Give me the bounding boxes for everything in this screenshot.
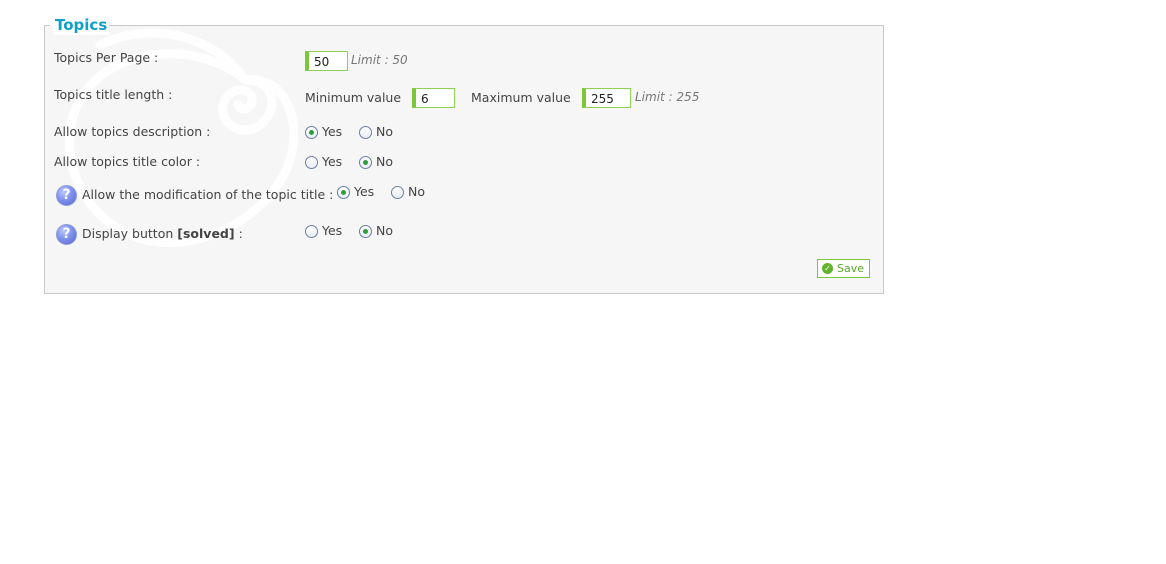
allow-description-label: Allow topics description : [54, 124, 211, 139]
topics-per-page-label: Topics Per Page : [54, 50, 159, 65]
display-solved-button-label: Display button [solved] : [82, 226, 243, 241]
allow-title-color-label: Allow topics title color : [54, 154, 201, 169]
allow-modify-title-label: Allow the modification of the topic titl… [82, 187, 334, 202]
title-length-label: Topics title length : [54, 87, 173, 102]
solved-label-suffix: : [238, 226, 243, 241]
title-length-limit: Limit : 255 [635, 90, 700, 104]
topics-per-page-limit: Limit : 50 [351, 53, 408, 67]
max-value-label: Maximum value [471, 90, 571, 105]
save-button[interactable]: ✓ Save [817, 259, 870, 278]
check-icon: ✓ [822, 263, 833, 274]
topics-per-page-input[interactable]: 50 [305, 51, 348, 71]
radio-unselected-icon [359, 126, 372, 139]
radio-unselected-icon [391, 186, 404, 199]
radio-selected-icon [305, 126, 318, 139]
max-value-input[interactable]: 255 [582, 88, 631, 108]
radio-selected-icon [337, 186, 350, 199]
fieldset-legend: Topics [53, 15, 110, 35]
solved-label-bold: [solved] [177, 226, 235, 241]
min-value-label: Minimum value [305, 90, 402, 105]
solved-label-prefix: Display button [82, 226, 174, 241]
radio-selected-icon [359, 225, 372, 238]
radio-selected-icon [359, 156, 372, 169]
help-icon[interactable]: ? [56, 185, 77, 206]
help-icon[interactable]: ? [56, 224, 77, 245]
save-button-label: Save [837, 262, 865, 275]
radio-unselected-icon [305, 225, 318, 238]
radio-unselected-icon [305, 156, 318, 169]
min-value-input[interactable]: 6 [412, 88, 455, 108]
